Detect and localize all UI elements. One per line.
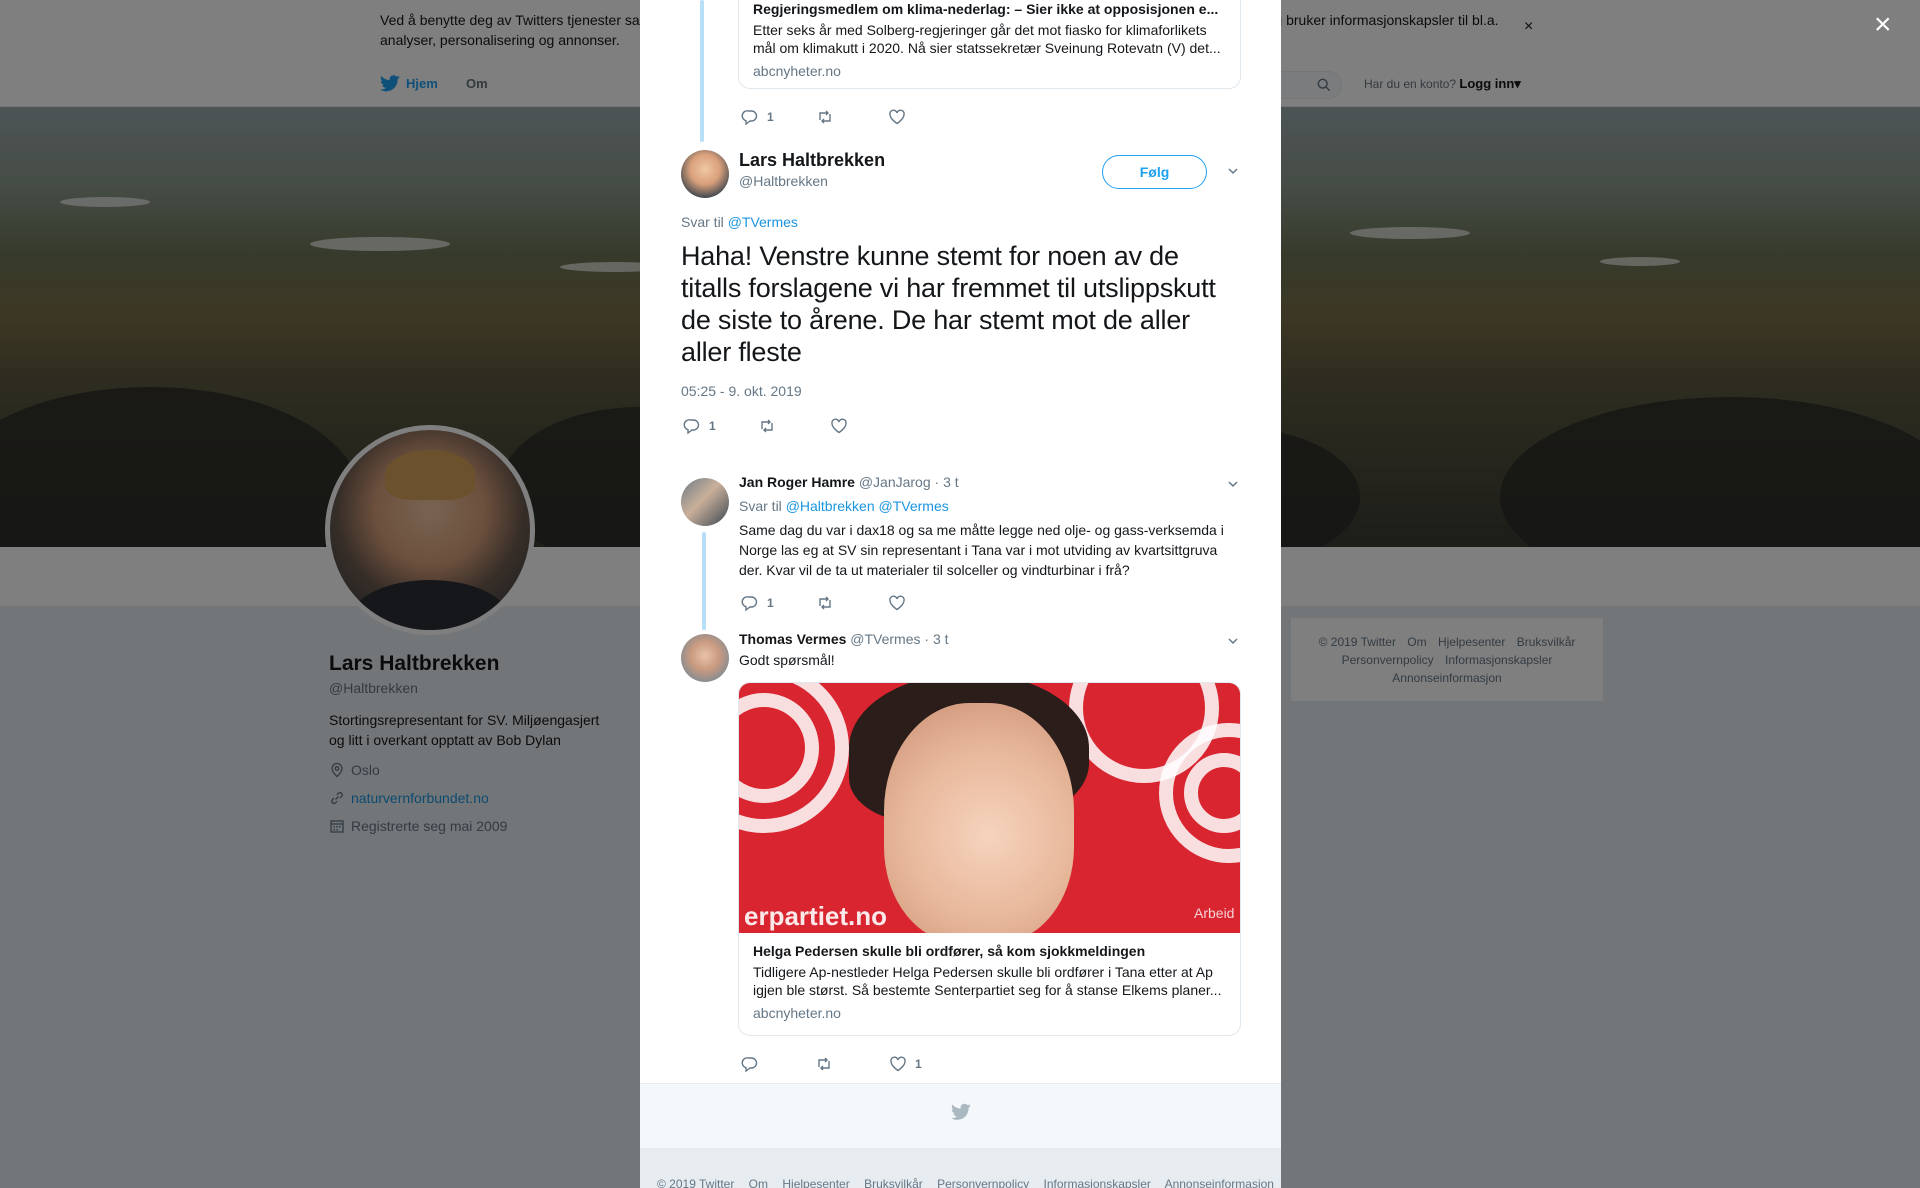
reply-header: Thomas Vermes @TVermes · 3 t <box>739 631 949 647</box>
card-domain: abcnyheter.no <box>753 1005 841 1021</box>
footer-terms[interactable]: Bruksvilkår <box>864 1177 923 1188</box>
tweet-actions: 1 <box>741 594 906 612</box>
reply-count: 1 <box>709 419 716 433</box>
reply-author-handle[interactable]: @JanJarog <box>859 474 931 490</box>
like-button[interactable] <box>888 594 906 612</box>
reply-button[interactable]: 1 <box>683 417 716 435</box>
avatar[interactable] <box>681 150 729 198</box>
like-icon <box>830 418 847 434</box>
reply-age[interactable]: · 3 t <box>924 631 948 647</box>
retweet-button[interactable] <box>758 417 776 435</box>
retweet-button[interactable] <box>816 594 834 612</box>
avatar[interactable] <box>681 634 729 682</box>
reply-count: 1 <box>767 596 774 610</box>
card-image: erpartiet.no Arbeid <box>739 683 1240 933</box>
retweet-icon <box>818 110 831 124</box>
footer-help[interactable]: Hjelpesenter <box>782 1177 849 1188</box>
reply-age[interactable]: · 3 t <box>935 474 959 490</box>
reply-button[interactable]: 1 <box>741 594 774 612</box>
tweet-actions: 1 <box>741 1055 922 1073</box>
avatar[interactable] <box>681 478 729 526</box>
reply-button[interactable]: 1 <box>741 108 774 126</box>
card-domain: abcnyheter.no <box>753 63 841 79</box>
footer-copyright: © 2019 Twitter <box>657 1177 735 1188</box>
reply-to-mention[interactable]: @TVermes <box>728 214 798 230</box>
chevron-down-icon[interactable] <box>1226 634 1240 648</box>
retweet-button[interactable] <box>816 108 834 126</box>
card-description: Tidligere Ap-nestleder Helga Pedersen sk… <box>753 964 1222 998</box>
retweet-icon <box>818 596 831 610</box>
like-button[interactable] <box>830 417 848 435</box>
reply-count: 1 <box>767 110 774 124</box>
like-count: 1 <box>915 1057 922 1071</box>
tweet-actions: 1 <box>741 108 906 126</box>
reply-author-handle[interactable]: @TVermes <box>850 631 920 647</box>
card-title: Helga Pedersen skulle bli ordfører, så k… <box>753 943 1146 959</box>
chevron-down-icon[interactable] <box>1226 164 1240 178</box>
card-description: Etter seks år med Solberg-regjeringer gå… <box>753 22 1221 56</box>
reply-to-label: Svar til <box>739 498 782 514</box>
footer-links: © 2019 Twitter Om Hjelpesenter Bruksvilk… <box>657 1177 1285 1188</box>
card-image-text-right: Arbeid <box>1194 905 1235 921</box>
footer-cookies[interactable]: Informasjonskapsler <box>1044 1177 1151 1188</box>
footer-ads[interactable]: Annonseinformasjon <box>1165 1177 1274 1188</box>
reply-icon <box>683 419 700 435</box>
follow-button[interactable]: Følg <box>1102 155 1207 189</box>
reply-icon <box>741 110 758 126</box>
reply-to-mention[interactable]: @TVermes <box>879 498 949 514</box>
tweet-timestamp[interactable]: 05:25 - 9. okt. 2019 <box>681 383 802 399</box>
thread-line <box>700 0 704 142</box>
reply-text: Godt spørsmål! <box>739 652 835 668</box>
tweet-author-handle[interactable]: @Haltbrekken <box>739 173 828 189</box>
reply-icon <box>741 1057 758 1073</box>
reply-to-line: Svar til @TVermes <box>681 214 798 230</box>
retweet-icon <box>818 1057 830 1071</box>
like-button[interactable]: 1 <box>889 1055 922 1073</box>
like-icon <box>888 109 905 125</box>
chevron-down-icon[interactable] <box>1226 477 1240 491</box>
retweet-icon <box>760 419 773 433</box>
like-button[interactable] <box>888 108 906 126</box>
reply-header: Jan Roger Hamre @JanJarog · 3 t <box>739 474 959 490</box>
like-icon <box>890 1056 906 1072</box>
close-icon[interactable]: × <box>1874 10 1892 40</box>
twitter-bird-icon <box>951 1103 971 1120</box>
reply-text: Same dag du var i dax18 og sa me måtte l… <box>739 522 1224 578</box>
reply-to-mention[interactable]: @Haltbrekken <box>786 498 875 514</box>
card-image-text: erpartiet.no <box>744 901 888 931</box>
footer-about[interactable]: Om <box>749 1177 768 1188</box>
footer-privacy[interactable]: Personvernpolicy <box>937 1177 1029 1188</box>
reply-to-line: Svar til @Haltbrekken @TVermes <box>739 498 949 514</box>
reply-to-label: Svar til <box>681 214 724 230</box>
thread-line <box>702 532 706 630</box>
reply-author-name[interactable]: Jan Roger Hamre <box>739 474 855 490</box>
like-icon <box>888 595 905 611</box>
tweet-actions: 1 <box>683 417 848 435</box>
reply-button[interactable] <box>741 1055 759 1073</box>
tweet-author-name[interactable]: Lars Haltbrekken <box>739 150 885 171</box>
retweet-button[interactable] <box>815 1055 833 1073</box>
card-title: Regjeringsmedlem om klima-nederlag: – Si… <box>753 1 1219 17</box>
reply-icon <box>741 596 758 612</box>
reply-author-name[interactable]: Thomas Vermes <box>739 631 846 647</box>
link-card-top[interactable]: Regjeringsmedlem om klima-nederlag: – Si… <box>738 0 1241 89</box>
link-card[interactable]: erpartiet.no Arbeid Helga Pedersen skull… <box>738 682 1241 1036</box>
tweet-text: Haha! Venstre kunne stemt for noen av de… <box>681 241 1216 367</box>
